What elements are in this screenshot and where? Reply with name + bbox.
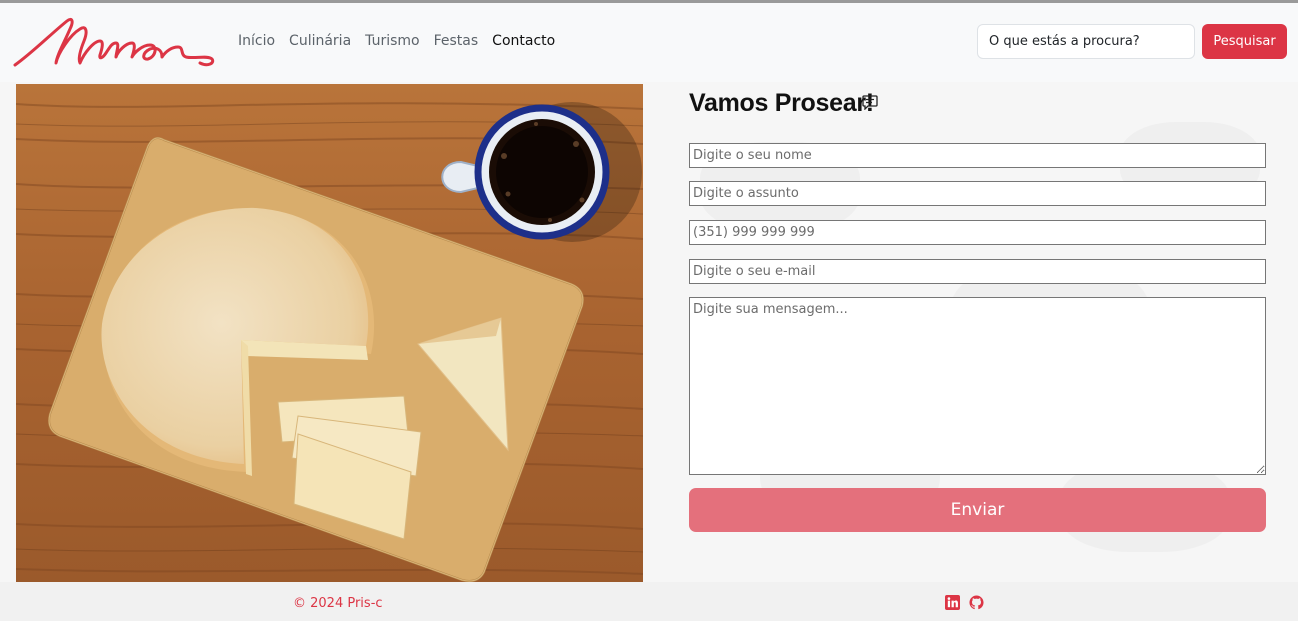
contact-title: Vamos Prosear! — [689, 89, 874, 117]
nav-item-contacto[interactable]: Contacto — [492, 31, 555, 51]
message-field[interactable] — [689, 297, 1266, 475]
nav-links: Início Culinária Turismo Festas Contacto — [238, 31, 569, 51]
name-field[interactable] — [689, 143, 1266, 168]
send-button[interactable]: Enviar — [689, 488, 1266, 532]
search-button[interactable]: Pesquisar — [1202, 24, 1287, 59]
minas-logo[interactable] — [12, 13, 217, 71]
navbar: Início Culinária Turismo Festas Contacto… — [0, 3, 1298, 82]
nav-item-turismo[interactable]: Turismo — [365, 31, 419, 51]
email-field[interactable] — [689, 259, 1266, 284]
social-links — [945, 595, 984, 610]
phone-field[interactable] — [689, 220, 1266, 245]
linkedin-icon[interactable] — [945, 595, 960, 610]
nav-item-inicio[interactable]: Início — [238, 31, 275, 51]
cheese-and-coffee-photo — [16, 84, 643, 582]
copyright-text: © 2024 Pris-c — [293, 596, 383, 611]
subject-field[interactable] — [689, 181, 1266, 206]
footer: © 2024 Pris-c — [0, 582, 1298, 621]
nav-item-festas[interactable]: Festas — [434, 31, 479, 51]
chat-icon — [862, 95, 878, 110]
search-input[interactable] — [977, 24, 1195, 59]
github-icon[interactable] — [969, 595, 984, 610]
nav-item-culinaria[interactable]: Culinária — [289, 31, 351, 51]
